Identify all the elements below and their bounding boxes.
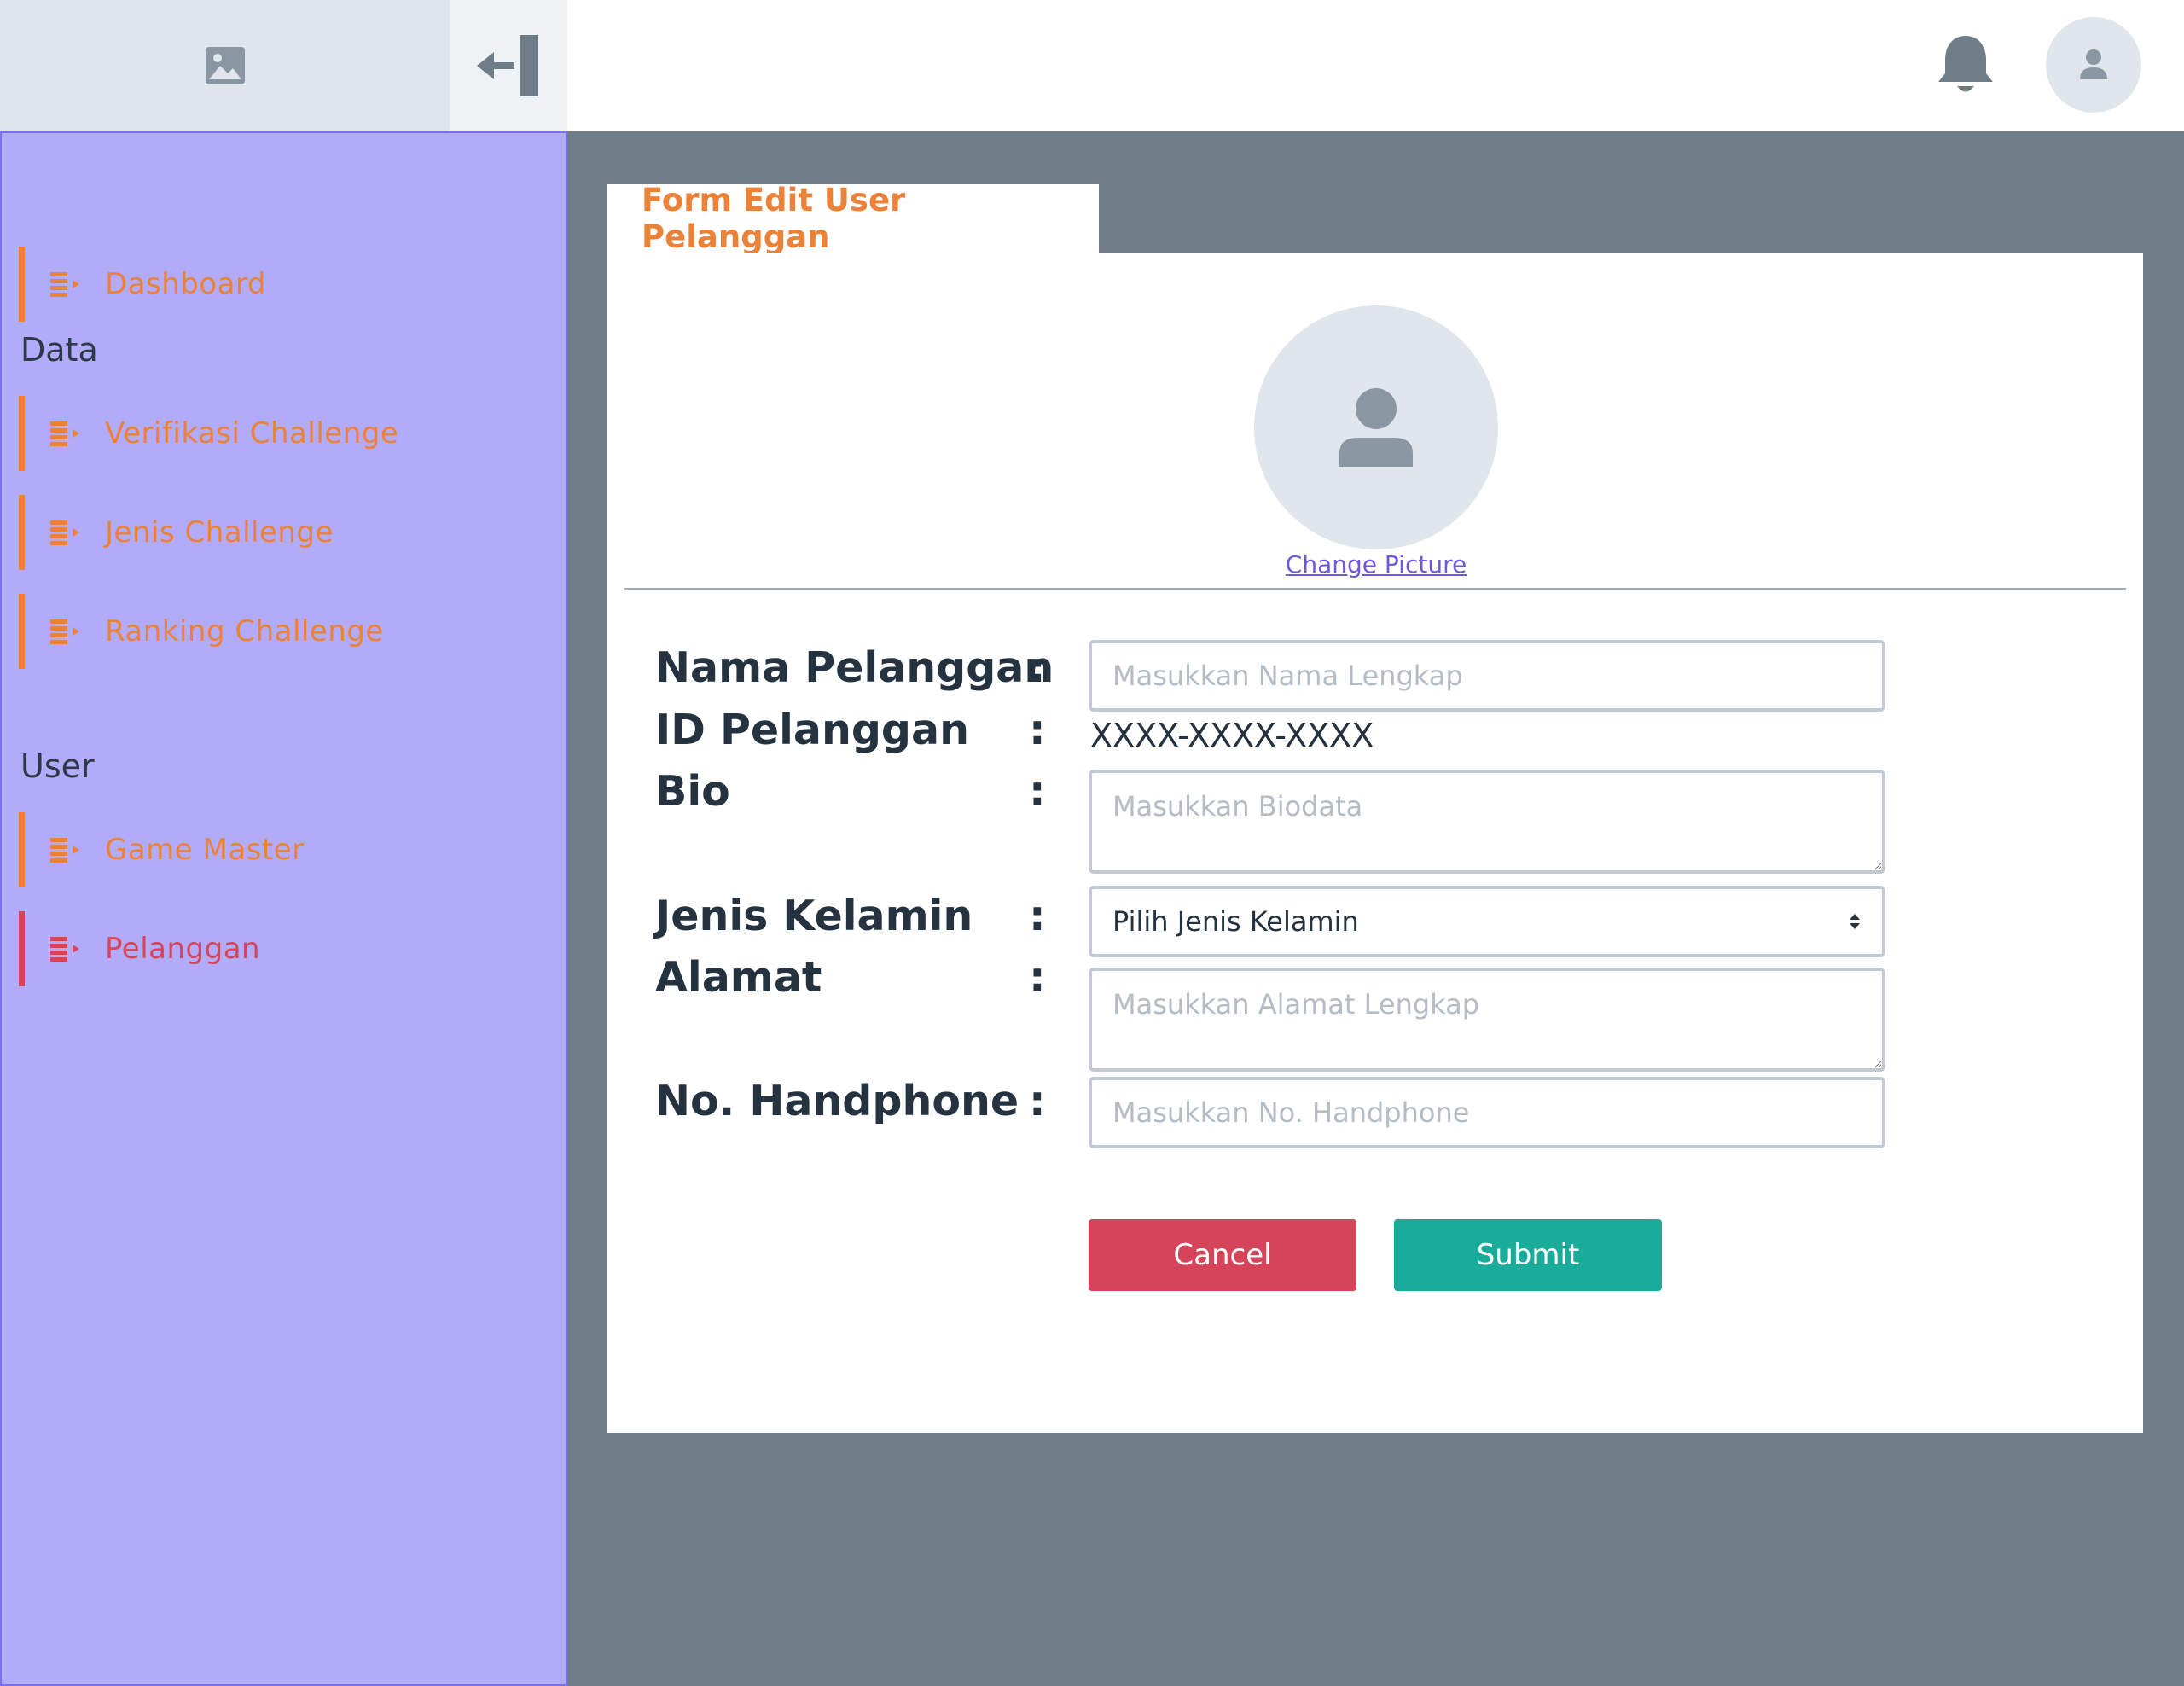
notification-button[interactable] <box>1935 32 1996 97</box>
form-tab: Form Edit User Pelanggan <box>607 182 1099 255</box>
sidebar-item-verifikasi-challenge[interactable]: Verifikasi Challenge <box>19 396 548 471</box>
submit-button[interactable]: Submit <box>1394 1219 1662 1291</box>
bell-icon <box>1938 36 1993 92</box>
sidebar-item-jenis-challenge[interactable]: Jenis Challenge <box>19 495 548 570</box>
list-arrow-icon <box>50 619 79 644</box>
profile-picture <box>1254 305 1498 549</box>
label-bio: Bio <box>655 767 730 816</box>
nama-pelanggan-input[interactable] <box>1089 640 1885 712</box>
list-arrow-icon <box>50 937 79 962</box>
change-picture-link[interactable]: Change Picture <box>1254 550 1498 578</box>
divider <box>624 588 2126 590</box>
list-arrow-icon <box>50 422 79 446</box>
label-nama-pelanggan: Nama Pelanggan <box>655 643 1054 692</box>
collapse-sidebar-icon <box>477 35 538 96</box>
list-arrow-icon <box>50 272 79 297</box>
no-handphone-input[interactable] <box>1089 1077 1885 1148</box>
colon: : <box>1029 706 1046 754</box>
list-arrow-icon <box>50 838 79 863</box>
label-jenis-kelamin: Jenis Kelamin <box>655 892 973 940</box>
user-icon <box>1339 388 1413 467</box>
select-value: Pilih Jenis Kelamin <box>1112 905 1359 938</box>
sidebar-item-label: Pelanggan <box>105 932 261 966</box>
user-icon <box>2080 49 2107 79</box>
label-alamat: Alamat <box>655 953 822 1002</box>
sidebar-item-label: Ranking Challenge <box>105 614 384 648</box>
sort-arrows-icon <box>1850 914 1860 929</box>
cancel-button[interactable]: Cancel <box>1089 1219 1356 1291</box>
sidebar-item-pelanggan[interactable]: Pelanggan <box>19 911 548 986</box>
section-heading-data: Data <box>20 331 98 369</box>
colon: : <box>1029 1077 1046 1125</box>
sidebar-item-ranking-challenge[interactable]: Ranking Challenge <box>19 594 548 669</box>
label-id-pelanggan: ID Pelanggan <box>655 706 969 754</box>
sidebar-item-label: Game Master <box>105 833 305 867</box>
section-heading-user: User <box>20 747 95 785</box>
bio-textarea[interactable] <box>1089 770 1885 874</box>
colon: : <box>1029 953 1046 1002</box>
logo <box>0 0 450 131</box>
colon: : <box>1029 892 1046 940</box>
id-pelanggan-value: XXXX-XXXX-XXXX <box>1090 717 1374 754</box>
colon: : <box>1029 767 1046 816</box>
sidebar-item-label: Dashboard <box>105 267 266 301</box>
list-arrow-icon <box>50 520 79 545</box>
sidebar-item-game-master[interactable]: Game Master <box>19 812 548 887</box>
image-placeholder-icon <box>205 47 245 84</box>
label-no-handphone: No. Handphone <box>655 1077 1019 1125</box>
form-title: Form Edit User Pelanggan <box>642 182 906 255</box>
jenis-kelamin-select[interactable]: Pilih Jenis Kelamin <box>1089 886 1885 957</box>
sidebar-item-dashboard[interactable]: Dashboard <box>19 247 548 322</box>
user-avatar-button[interactable] <box>2046 17 2141 113</box>
collapse-sidebar-button[interactable] <box>450 0 567 131</box>
sidebar-item-label: Verifikasi Challenge <box>105 416 399 451</box>
sidebar-item-label: Jenis Challenge <box>105 515 334 549</box>
colon: : <box>1029 643 1046 692</box>
alamat-textarea[interactable] <box>1089 968 1885 1072</box>
